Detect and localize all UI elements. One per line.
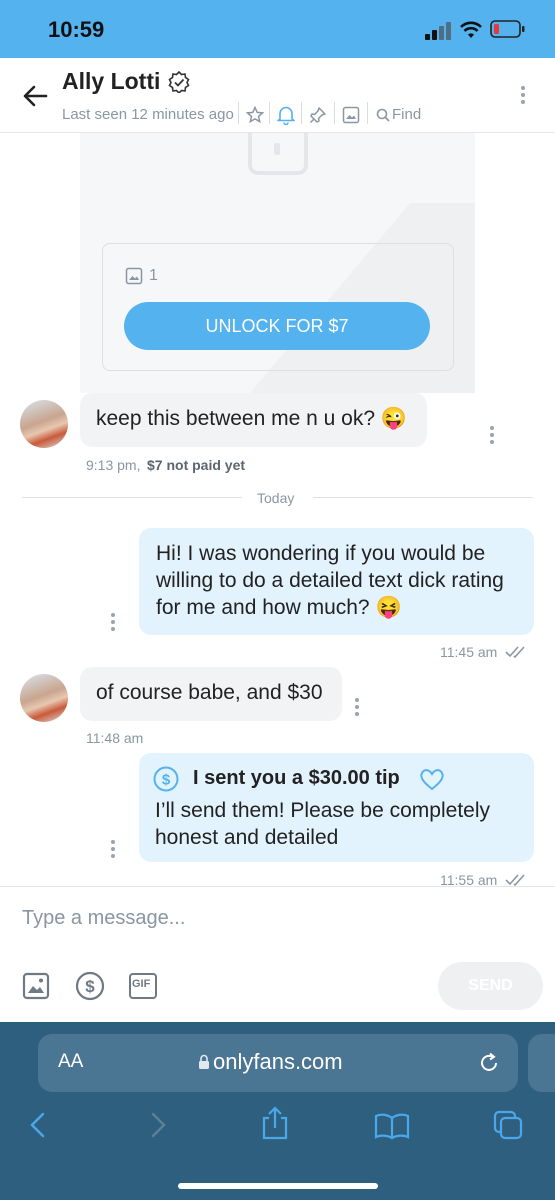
date-divider: Today	[257, 490, 295, 506]
image-icon	[125, 267, 143, 285]
find-button[interactable]: Find	[392, 106, 421, 123]
search-icon[interactable]	[376, 108, 390, 122]
divider	[334, 102, 335, 124]
hearts-icon	[420, 769, 444, 791]
message-time: 11:48 am	[86, 730, 144, 746]
divider	[269, 102, 270, 124]
next-tab-preview[interactable]	[528, 1034, 555, 1092]
message-options-icon[interactable]	[354, 698, 360, 718]
tip-message-text: I’ll send them! Please be completely hon…	[155, 799, 491, 849]
bell-icon[interactable]	[277, 105, 295, 125]
clock: 10:59	[48, 17, 105, 42]
message-bubble-outgoing: Hi! I was wondering if you would be will…	[139, 528, 534, 635]
divider	[238, 102, 239, 124]
message-bubble-incoming: of course babe, and $30	[80, 667, 342, 721]
address-bar[interactable]: AA onlyfans.com	[38, 1034, 518, 1092]
gif-label: GIF	[132, 978, 151, 990]
locked-media-box: 1 UNLOCK FOR $7	[102, 243, 454, 371]
divider	[22, 497, 242, 498]
battery-icon	[490, 20, 525, 38]
reader-mode-button[interactable]: AA	[58, 1051, 83, 1073]
last-seen-status: Last seen 12 minutes ago	[62, 106, 234, 123]
read-receipt-icon	[505, 874, 525, 887]
message-options-icon[interactable]	[489, 426, 495, 446]
chat-header: Ally Lotti Last seen 12 minutes ago Find	[0, 58, 555, 133]
locked-media-card: 1 UNLOCK FOR $7	[80, 133, 475, 393]
image-upload-icon[interactable]	[22, 972, 50, 1000]
browser-toolbar: AA onlyfans.com	[0, 1022, 555, 1200]
image-icon[interactable]	[342, 106, 360, 124]
divider	[313, 497, 533, 498]
message-options-icon[interactable]	[110, 613, 116, 633]
contact-name[interactable]: Ally Lotti	[62, 68, 160, 95]
verified-badge-icon	[168, 71, 190, 93]
tabs-icon[interactable]	[493, 1110, 525, 1140]
message-input[interactable]: Type a message...	[22, 907, 185, 930]
message-bubble-incoming: keep this between me n u ok? 😜	[80, 393, 427, 447]
message-composer: Type a message... $ GIF SEND	[0, 886, 555, 1022]
svg-text:$: $	[162, 772, 171, 789]
lock-icon	[199, 1054, 209, 1069]
signal-icon	[425, 22, 451, 40]
back-icon[interactable]	[28, 1112, 48, 1138]
divider	[301, 102, 302, 124]
divider	[367, 102, 368, 124]
more-options-icon[interactable]	[520, 86, 526, 106]
send-button[interactable]: SEND	[438, 962, 543, 1010]
home-indicator	[178, 1183, 378, 1189]
bookmarks-icon[interactable]	[374, 1112, 410, 1140]
avatar[interactable]	[20, 674, 68, 722]
message-time: 9:13 pm,	[86, 457, 141, 473]
unlock-button[interactable]: UNLOCK FOR $7	[124, 302, 430, 350]
media-count: 1	[149, 267, 158, 284]
back-arrow-icon[interactable]	[22, 84, 48, 108]
dollar-icon[interactable]: $	[75, 971, 105, 1001]
pin-icon[interactable]	[309, 106, 327, 124]
url-text: onlyfans.com	[213, 1049, 343, 1074]
gif-icon[interactable]: GIF	[129, 973, 157, 999]
share-icon[interactable]	[260, 1106, 290, 1140]
forward-icon[interactable]	[148, 1112, 168, 1138]
tip-amount: I sent you a $30.00 tip	[193, 767, 400, 789]
avatar[interactable]	[20, 400, 68, 448]
message-time: 11:45 am	[440, 644, 498, 660]
status-bar: 10:59	[0, 0, 555, 58]
wifi-icon	[460, 21, 482, 38]
reload-icon[interactable]	[478, 1052, 500, 1074]
dollar-icon: $	[153, 766, 179, 792]
payment-status: $7 not paid yet	[147, 457, 246, 473]
svg-text:$: $	[85, 977, 95, 996]
message-options-icon[interactable]	[110, 840, 116, 860]
tip-message-bubble: $ I sent you a $30.00 tip I’ll send them…	[139, 753, 534, 862]
star-icon[interactable]	[246, 106, 264, 124]
read-receipt-icon	[505, 646, 525, 659]
